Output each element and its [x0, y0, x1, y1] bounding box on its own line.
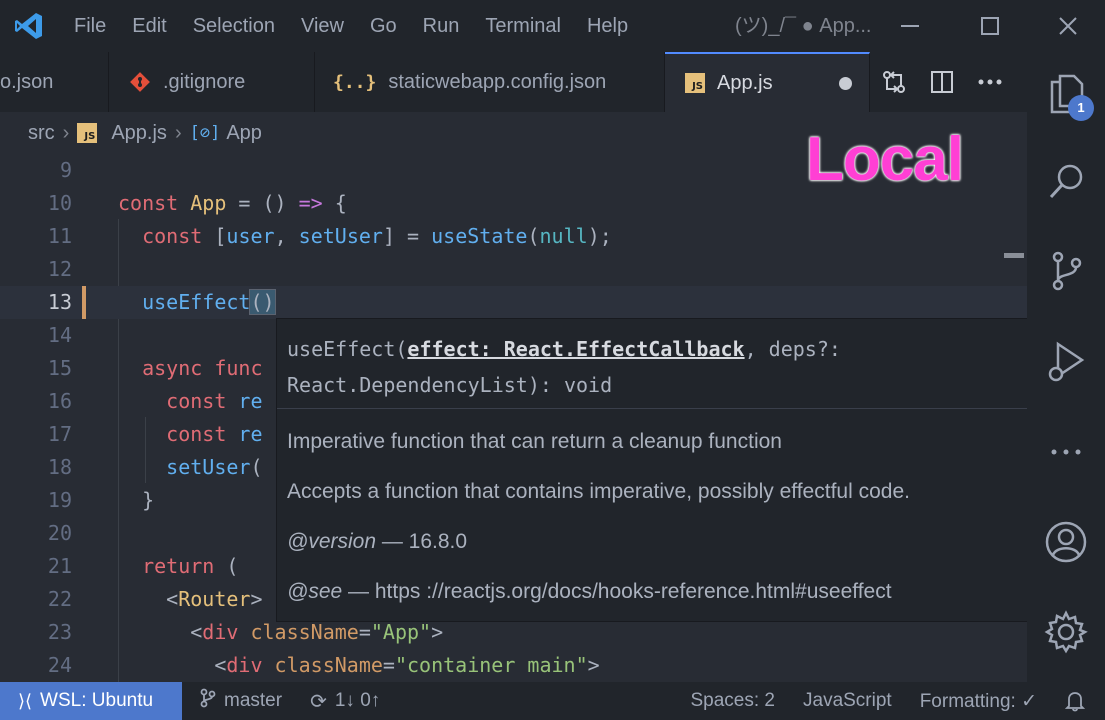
tab-label: .gitignore — [163, 70, 246, 93]
menu-selection[interactable]: Selection — [180, 0, 288, 52]
hover-doc-see[interactable]: @see — https ://reactjs.org/docs/hooks-r… — [287, 567, 1029, 617]
code-line[interactable]: 24 <div className="container main"> — [0, 649, 1027, 682]
more-views-icon[interactable] — [1044, 430, 1088, 474]
breadcrumb-folder[interactable]: src — [28, 122, 55, 145]
hover-signature: useEffect(effect: React.EffectCallback, … — [277, 319, 1039, 409]
settings-gear-icon[interactable] — [1044, 610, 1088, 654]
remote-indicator[interactable]: ⟩⟨ WSL: Ubuntu — [0, 682, 182, 720]
git-sync[interactable]: ⟳ 1↓ 0↑ — [296, 682, 394, 720]
tab-gitignore[interactable]: .gitignore — [109, 52, 315, 112]
breadcrumb-file[interactable]: App.js — [111, 122, 167, 145]
account-icon[interactable] — [1044, 520, 1088, 564]
activity-bar — [1027, 52, 1105, 682]
tab-label: App.js — [717, 71, 773, 94]
chevron-right-icon: › — [62, 121, 70, 144]
sync-icon: ⟳ — [310, 690, 327, 713]
remote-icon: ⟩⟨ — [18, 690, 33, 711]
editor-actions — [870, 52, 1014, 112]
more-actions-icon[interactable] — [966, 79, 1014, 85]
tab-bar: o.json .gitignore {..} staticwebapp.conf… — [0, 52, 1027, 112]
menu-run[interactable]: Run — [410, 0, 473, 52]
menu-file[interactable]: File — [58, 0, 119, 52]
status-bar: ⟩⟨ WSL: Ubuntu master ⟳ 1↓ 0↑ Spaces: 2 … — [0, 682, 1105, 720]
git-icon — [129, 71, 151, 93]
modified-gutter-marker — [82, 286, 86, 319]
menu-view[interactable]: View — [288, 0, 357, 52]
symbol-variable-icon: [⊘] — [189, 123, 221, 143]
git-branch[interactable]: master — [182, 682, 296, 720]
minimize-button[interactable] — [870, 0, 950, 52]
indentation-status[interactable]: Spaces: 2 — [677, 682, 790, 720]
hover-doc-summary: Imperative function that can return a cl… — [287, 430, 782, 453]
menu-help[interactable]: Help — [574, 0, 641, 52]
title-bar: File Edit Selection View Go Run Terminal… — [0, 0, 1105, 52]
json-braces-icon: {..} — [333, 71, 377, 93]
close-window-button[interactable] — [1030, 0, 1105, 52]
language-mode[interactable]: JavaScript — [789, 682, 906, 720]
hover-doc-detail: Accepts a function that contains imperat… — [287, 480, 910, 503]
split-editor-icon[interactable] — [918, 70, 966, 94]
tab-o-json[interactable]: o.json — [0, 52, 109, 112]
hover-tooltip: useEffect(effect: React.EffectCallback, … — [276, 318, 1040, 622]
tab-label: staticwebapp.config.json — [388, 70, 607, 93]
notifications-bell-icon[interactable] — [1051, 682, 1105, 720]
breadcrumb-symbol[interactable]: App — [226, 122, 262, 145]
branch-icon — [200, 688, 216, 714]
menu-edit[interactable]: Edit — [119, 0, 179, 52]
chevron-right-icon: › — [174, 121, 182, 144]
tab-label: o.json — [0, 70, 54, 93]
vscode-logo-icon — [0, 0, 58, 52]
code-line[interactable]: 12 — [0, 253, 1027, 286]
hover-documentation: Imperative function that can return a cl… — [277, 409, 1039, 625]
tab-staticwebapp-config[interactable]: {..} staticwebapp.config.json — [315, 52, 665, 112]
run-debug-icon[interactable] — [1044, 340, 1088, 384]
search-icon[interactable] — [1044, 159, 1088, 203]
menu-terminal[interactable]: Terminal — [472, 0, 574, 52]
current-code-line[interactable]: 13 useEffect() — [0, 286, 1027, 319]
menu-go[interactable]: Go — [357, 0, 410, 52]
local-overlay-label: Local — [806, 125, 964, 194]
scrollbar-marker — [1004, 253, 1024, 258]
source-control-icon[interactable] — [1044, 249, 1088, 293]
formatting-status[interactable]: Formatting: ✓ — [906, 682, 1051, 720]
explorer-badge: 1 — [1068, 95, 1094, 121]
tab-app-js[interactable]: JS App.js — [665, 52, 870, 112]
window-title: (ツ)_/¯ ● App... — [735, 15, 872, 37]
modified-dot-icon[interactable] — [839, 77, 852, 90]
code-line[interactable]: 11 const [user, setUser] = useState(null… — [0, 220, 1027, 253]
compare-changes-icon[interactable] — [870, 69, 918, 95]
js-icon: JS — [77, 122, 98, 145]
maximize-button[interactable] — [950, 0, 1030, 52]
js-icon: JS — [685, 73, 705, 93]
hover-doc-version: @version — 16.8.0 — [287, 530, 468, 553]
